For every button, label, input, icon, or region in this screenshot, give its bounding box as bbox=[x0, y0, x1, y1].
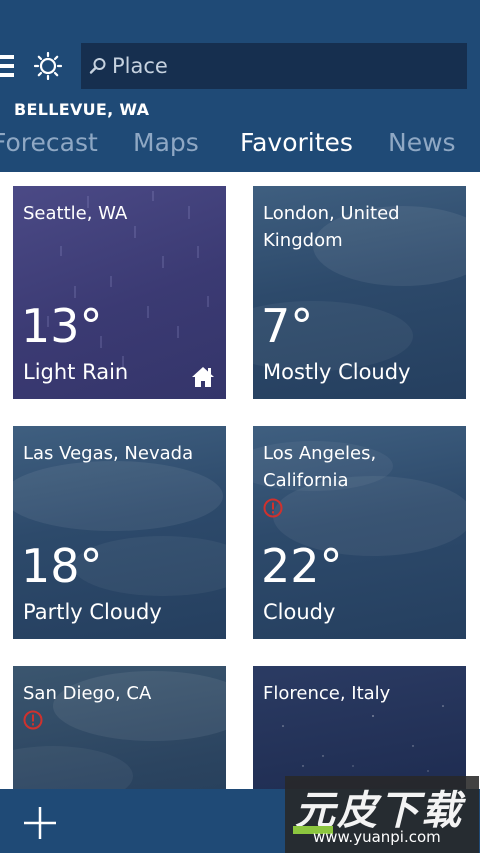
tile-city-name: Los Angeles, California bbox=[263, 443, 377, 491]
tab-bar: Forecast Maps Favorites News bbox=[0, 128, 480, 168]
tile-condition: Partly Cloudy bbox=[23, 600, 162, 624]
tile-city-name: Seattle, WA bbox=[23, 203, 128, 224]
app-header: BELLEVUE, WA Forecast Maps Favorites New… bbox=[0, 0, 480, 172]
search-box[interactable] bbox=[81, 43, 467, 89]
watermark-url: www.yuanpi.com bbox=[313, 828, 441, 846]
home-icon bbox=[192, 367, 214, 387]
tile-temperature: 13° bbox=[21, 299, 103, 353]
favorite-tile-los-angeles[interactable]: Los Angeles, California 22° Cloudy bbox=[253, 426, 466, 639]
tile-city-name: San Diego, CA bbox=[23, 683, 152, 704]
tile-city-name: Florence, Italy bbox=[263, 683, 391, 704]
tile-city-name: Las Vegas, Nevada bbox=[23, 443, 194, 464]
tab-maps[interactable]: Maps bbox=[133, 128, 199, 157]
tile-temperature: 18° bbox=[21, 539, 103, 593]
watermark: 元皮下载 www.yuanpi.com bbox=[285, 776, 479, 853]
tab-favorites[interactable]: Favorites bbox=[240, 128, 353, 157]
search-input[interactable] bbox=[112, 50, 452, 82]
favorite-tile-las-vegas[interactable]: Las Vegas, Nevada 18° Partly Cloudy bbox=[13, 426, 226, 639]
favorite-tile-london[interactable]: London, United Kingdom 7° Mostly Cloudy bbox=[253, 186, 466, 399]
sun-icon[interactable] bbox=[34, 52, 62, 80]
current-location-label: BELLEVUE, WA bbox=[14, 100, 150, 119]
weather-alert-icon[interactable] bbox=[263, 498, 283, 518]
hamburger-menu-icon[interactable] bbox=[0, 55, 14, 77]
tile-temperature: 22° bbox=[261, 539, 343, 593]
weather-alert-icon[interactable] bbox=[23, 710, 43, 730]
tab-news[interactable]: News bbox=[388, 128, 456, 157]
plus-icon[interactable] bbox=[18, 801, 62, 845]
tab-forecast[interactable]: Forecast bbox=[0, 128, 98, 157]
favorite-tile-seattle[interactable]: Seattle, WA 13° Light Rain bbox=[13, 186, 226, 399]
tile-temperature: 7° bbox=[261, 299, 314, 353]
tile-condition: Light Rain bbox=[23, 360, 129, 384]
tile-condition: Cloudy bbox=[263, 600, 336, 624]
tile-condition: Mostly Cloudy bbox=[263, 360, 411, 384]
tile-city-name: London, United Kingdom bbox=[263, 203, 400, 251]
search-icon bbox=[89, 58, 106, 74]
weather-app: BELLEVUE, WA Forecast Maps Favorites New… bbox=[0, 0, 480, 853]
